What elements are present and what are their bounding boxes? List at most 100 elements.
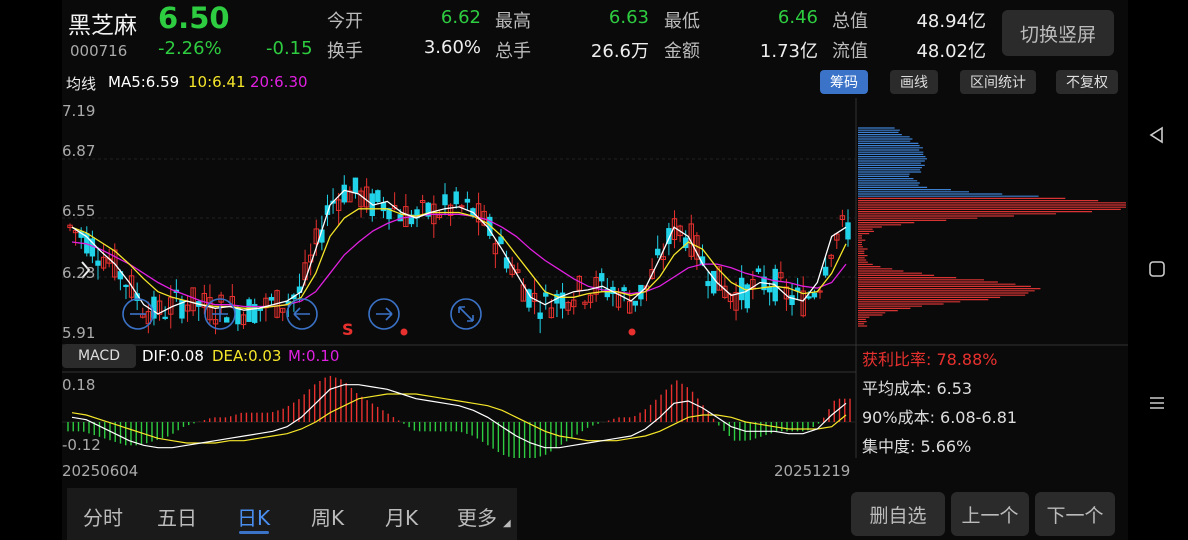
tab-monthly-k[interactable]: 月K <box>385 502 418 531</box>
candle-body <box>654 248 661 256</box>
stat-mktcap-label: 总值 <box>832 11 868 32</box>
quote-header: 黑芝麻 6.50 000716 -2.26% -0.15 今开 6.62 最高 … <box>62 0 1128 66</box>
stock-code: 000716 <box>70 42 128 60</box>
macd-dif: DIF:0.08 <box>142 347 204 365</box>
price-tick-3: 6.55 <box>62 202 96 220</box>
ma-label: 均线 <box>66 75 97 93</box>
stat-high-value: 6.63 <box>608 7 649 28</box>
candle-body <box>599 273 605 282</box>
stat-open-label: 今开 <box>327 11 363 32</box>
macd-tick-bottom: -0.12 <box>62 436 101 454</box>
tab-intraday[interactable]: 分时 <box>83 502 123 531</box>
stat-float-value: 48.02亿 <box>916 41 986 62</box>
change-percent: -2.26% <box>158 38 222 59</box>
ma10-value: 10:6.41 <box>188 73 246 91</box>
app-root: 黑芝麻 6.50 000716 -2.26% -0.15 今开 6.62 最高 … <box>0 0 1188 540</box>
reset-zoom-icon-glyph <box>458 306 474 322</box>
macd-dif-line <box>71 384 847 449</box>
candle-body <box>789 295 795 305</box>
candle-body <box>95 260 101 266</box>
back-nav-icon[interactable] <box>1142 120 1172 150</box>
candle-body <box>453 191 459 205</box>
tab-weekly-k[interactable]: 周K <box>311 502 344 531</box>
draw-line-button[interactable]: 画线 <box>890 70 938 94</box>
scroll-left-icon-glyph <box>293 307 310 321</box>
ma-toolbar: 均线 MA5:6.59 10:6.41 20:6.30 筹码 画线 区间统计 不… <box>62 68 1128 98</box>
candle-body <box>543 292 549 297</box>
stat-volume-value: 26.6万 <box>590 41 649 62</box>
candle-body <box>341 184 347 203</box>
candle-body <box>755 268 762 272</box>
price-tick-1: 7.19 <box>62 102 96 120</box>
change-value: -0.15 <box>266 38 313 59</box>
menu-nav-icon[interactable] <box>1142 388 1172 418</box>
macd-button[interactable]: MACD <box>62 344 136 368</box>
candle-body <box>224 317 230 323</box>
macd-tick-top: 0.18 <box>62 376 96 394</box>
signal-dot <box>628 328 636 336</box>
chip-90-cost: 90%成本: 6.08-6.81 <box>862 408 1018 427</box>
previous-stock-button[interactable]: 上一个 <box>951 492 1029 536</box>
stat-amount-label: 金额 <box>664 41 700 62</box>
macd-m: M:0.10 <box>288 347 340 365</box>
no-adjust-button[interactable]: 不复权 <box>1056 70 1118 94</box>
chip-button[interactable]: 筹码 <box>820 70 868 94</box>
date-start: 20250604 <box>62 462 139 480</box>
more-triangle-icon: ◢ <box>503 518 511 529</box>
stat-turnover-value: 3.60% <box>423 37 481 58</box>
price-tick-4: 6.23 <box>62 264 96 282</box>
candle-body <box>464 198 471 203</box>
active-tab-indicator <box>239 531 269 534</box>
sell-signal-marker: S <box>342 320 354 339</box>
left-gutter <box>0 0 62 540</box>
stat-float-label: 流值 <box>832 41 868 62</box>
candle-body <box>352 177 359 194</box>
tab-five-day[interactable]: 五日 <box>157 502 197 531</box>
chip-concentration: 集中度: 5.66% <box>862 437 972 456</box>
candle-body <box>252 304 258 323</box>
tab-daily-k[interactable]: 日K <box>237 502 270 531</box>
ma5-value: MA5:6.59 <box>108 73 180 91</box>
candle-body <box>811 292 818 298</box>
candle-body <box>632 300 639 306</box>
candle-body <box>235 308 241 325</box>
price-tick-5: 5.91 <box>62 324 96 342</box>
scroll-right-icon-glyph <box>376 307 393 321</box>
chip-avg-cost: 平均成本: 6.53 <box>862 379 973 398</box>
stat-low-label: 最低 <box>664 11 700 32</box>
next-stock-button[interactable]: 下一个 <box>1035 492 1115 536</box>
stat-amount-value: 1.73亿 <box>759 41 818 62</box>
delete-watchlist-button[interactable]: 删自选 <box>851 492 945 536</box>
signal-dot <box>400 328 408 336</box>
candle-body <box>845 222 851 240</box>
candle-body <box>123 284 129 288</box>
stat-open-value: 6.62 <box>440 7 481 28</box>
price-tick-2: 6.87 <box>62 142 96 160</box>
candle-body <box>162 316 168 319</box>
home-nav-icon[interactable] <box>1142 254 1172 284</box>
stat-high-label: 最高 <box>495 11 531 32</box>
candle-body <box>268 297 275 301</box>
candle-body <box>375 190 381 202</box>
candle-body <box>246 299 252 322</box>
ma20-line <box>71 213 847 308</box>
tab-more[interactable]: 更多 <box>457 502 497 531</box>
candle-body <box>442 194 448 206</box>
stock-name: 黑芝麻 <box>68 13 137 39</box>
date-end: 20251219 <box>774 462 851 480</box>
candle-body <box>766 286 773 293</box>
stock-price: 6.50 <box>158 1 230 35</box>
candle-body <box>710 270 717 294</box>
stat-turnover-label: 换手 <box>327 41 363 62</box>
candle-body <box>806 296 812 299</box>
macd-dea: DEA:0.03 <box>212 347 282 365</box>
range-stats-button[interactable]: 区间统计 <box>960 70 1036 94</box>
system-nav-bar <box>1128 0 1188 540</box>
candle-body <box>705 281 711 287</box>
stat-low-value: 6.46 <box>777 7 818 28</box>
candle-body <box>822 266 829 276</box>
switch-portrait-button[interactable]: 切换竖屏 <box>1002 10 1114 56</box>
chip-profit-ratio: 获利比率: 78.88% <box>862 350 998 369</box>
stat-mktcap-value: 48.94亿 <box>916 11 986 32</box>
candle-body <box>537 312 543 319</box>
